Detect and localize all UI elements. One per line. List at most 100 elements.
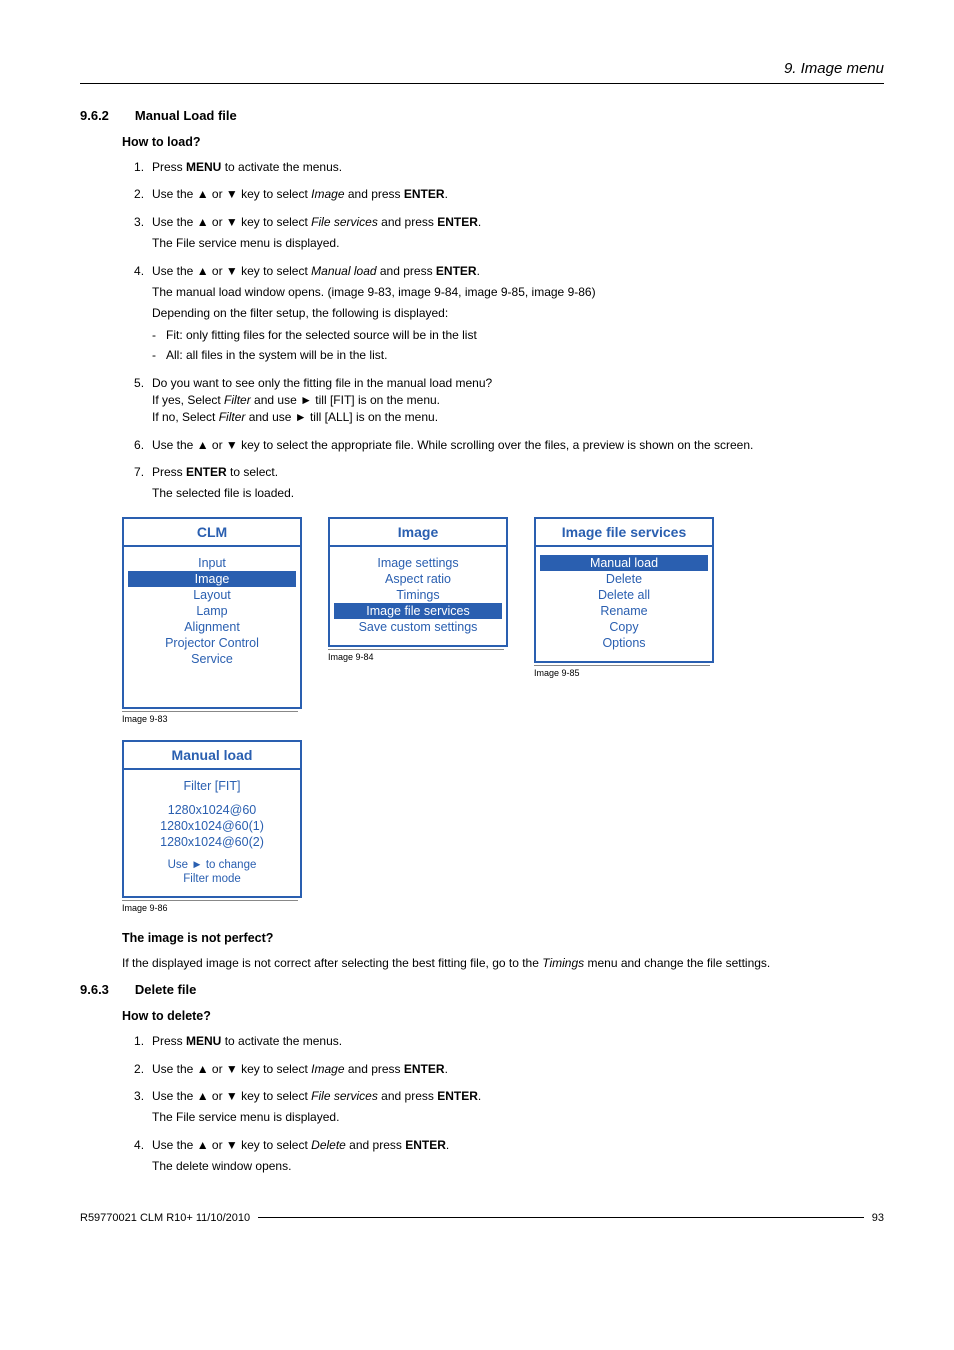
menu-item-ref: Delete — [311, 1138, 346, 1152]
text: . — [478, 215, 481, 229]
menu-item: Projector Control — [128, 635, 296, 651]
menu-item: Aspect ratio — [334, 571, 502, 587]
text: If the displayed image is not correct af… — [122, 956, 542, 970]
menu-item-ref: Timings — [542, 956, 584, 970]
section-title: Manual Load file — [135, 108, 237, 123]
footer-doc-id: R59770021 CLM R10+ 11/10/2010 — [80, 1212, 250, 1224]
caption-9-86: Image 9-86 — [122, 900, 298, 913]
section-963-heading: 9.6.3 Delete file — [80, 982, 884, 997]
menu-item-ref: File services — [311, 215, 378, 229]
menu-item: Input — [128, 555, 296, 571]
text: If no, Select — [152, 410, 219, 424]
how-to-load-heading: How to load? — [122, 135, 884, 149]
menu-item: Rename — [540, 603, 708, 619]
step-5: Do you want to see only the fitting file… — [134, 375, 884, 427]
menu-item: Image file services — [334, 603, 502, 619]
text: . — [445, 187, 448, 201]
step-2: Use the ▲ or ▼ key to select Image and p… — [134, 1061, 884, 1078]
section-title: Delete file — [135, 982, 196, 997]
step-1: Press MENU to activate the menus. — [134, 1033, 884, 1050]
text: and press — [377, 264, 436, 278]
footer-page-num: 93 — [872, 1212, 884, 1224]
text: Use the ▲ or ▼ key to select — [152, 1062, 311, 1076]
step-3: Use the ▲ or ▼ key to select File servic… — [134, 214, 884, 253]
text: . — [478, 1089, 481, 1103]
section-962-heading: 9.6.2 Manual Load file — [80, 108, 884, 123]
step-sub: The File service menu is displayed. — [152, 235, 884, 252]
text: Use the ▲ or ▼ key to select — [152, 264, 311, 278]
menu-key: MENU — [186, 1034, 221, 1048]
screen-title: Image file services — [536, 519, 712, 547]
menu-item: Copy — [540, 619, 708, 635]
menu-item: Save custom settings — [334, 619, 502, 635]
step-4: Use the ▲ or ▼ key to select Delete and … — [134, 1137, 884, 1176]
enter-key: ENTER — [437, 1089, 478, 1103]
screen-image: Image Image settingsAspect ratioTimingsI… — [328, 517, 508, 647]
step-3: Use the ▲ or ▼ key to select File servic… — [134, 1088, 884, 1127]
image-not-perfect-heading: The image is not perfect? — [122, 931, 884, 945]
step-7: Press ENTER to select. The selected file… — [134, 464, 884, 503]
caption-9-83: Image 9-83 — [122, 711, 298, 724]
menu-key: MENU — [186, 160, 221, 174]
menu-item: 1280x1024@60(2) — [128, 834, 296, 850]
menu-item: 1280x1024@60 — [128, 802, 296, 818]
menu-item: Timings — [334, 587, 502, 603]
text: Press — [152, 465, 186, 479]
menu-item-ref: Image — [311, 187, 344, 201]
enter-key: ENTER — [405, 1138, 446, 1152]
footer-rule — [258, 1217, 864, 1218]
screen-image-file-services: Image file services Manual loadDeleteDel… — [534, 517, 714, 663]
text: Use the ▲ or ▼ key to select — [152, 1089, 311, 1103]
step-6: Use the ▲ or ▼ key to select the appropr… — [134, 437, 884, 454]
menu-item: 1280x1024@60(1) — [128, 818, 296, 834]
menu-item: Lamp — [128, 603, 296, 619]
hint-text: Filter mode — [128, 872, 296, 886]
filter-options-list: Fit: only fitting files for the selected… — [152, 327, 884, 365]
menu-item-ref: Filter — [219, 410, 246, 424]
text: and press — [345, 187, 404, 201]
text: and press — [346, 1138, 405, 1152]
enter-key: ENTER — [186, 465, 227, 479]
screen-title: CLM — [124, 519, 300, 547]
menu-item-ref: Filter — [224, 393, 251, 407]
step-1: Press MENU to activate the menus. — [134, 159, 884, 176]
text: Use the ▲ or ▼ key to select — [152, 187, 311, 201]
image-not-perfect-text: If the displayed image is not correct af… — [122, 955, 884, 972]
dash-item: Fit: only fitting files for the selected… — [152, 327, 884, 344]
menu-item: Service — [128, 651, 296, 667]
load-steps-list: Press MENU to activate the menus. Use th… — [122, 159, 884, 503]
menu-item: Delete — [540, 571, 708, 587]
text: to activate the menus. — [221, 1034, 342, 1048]
text: . — [477, 264, 480, 278]
text: and press — [378, 215, 437, 229]
step-sub: Depending on the filter setup, the follo… — [152, 305, 884, 322]
menu-item-ref: Image — [311, 1062, 344, 1076]
caption-9-85: Image 9-85 — [534, 665, 710, 678]
text: . — [446, 1138, 449, 1152]
text: Do you want to see only the fitting file… — [152, 376, 492, 390]
enter-key: ENTER — [437, 215, 478, 229]
screen-manual-load: Manual load Filter [FIT] 1280x1024@60128… — [122, 740, 302, 898]
menu-item: Image — [128, 571, 296, 587]
text: and use ► till [FIT] is on the menu. — [251, 393, 440, 407]
hint-text: Use ► to change — [128, 858, 296, 872]
step-sub: The manual load window opens. (image 9-8… — [152, 284, 884, 301]
how-to-delete-heading: How to delete? — [122, 1009, 884, 1023]
step-sub: The selected file is loaded. — [152, 485, 884, 502]
step-2: Use the ▲ or ▼ key to select Image and p… — [134, 186, 884, 203]
enter-key: ENTER — [404, 1062, 445, 1076]
menu-item: Layout — [128, 587, 296, 603]
filter-label: Filter [FIT] — [128, 778, 296, 794]
text: Press — [152, 160, 186, 174]
menu-item-ref: File services — [311, 1089, 378, 1103]
text: Use the ▲ or ▼ key to select — [152, 1138, 311, 1152]
delete-steps-list: Press MENU to activate the menus. Use th… — [122, 1033, 884, 1175]
screen-title: Manual load — [124, 742, 300, 770]
menu-item: Delete all — [540, 587, 708, 603]
enter-key: ENTER — [436, 264, 477, 278]
dash-item: All: all files in the system will be in … — [152, 347, 884, 364]
step-sub: The File service menu is displayed. — [152, 1109, 884, 1126]
text: . — [445, 1062, 448, 1076]
menu-item: Options — [540, 635, 708, 651]
chapter-header: 9. Image menu — [80, 60, 884, 84]
